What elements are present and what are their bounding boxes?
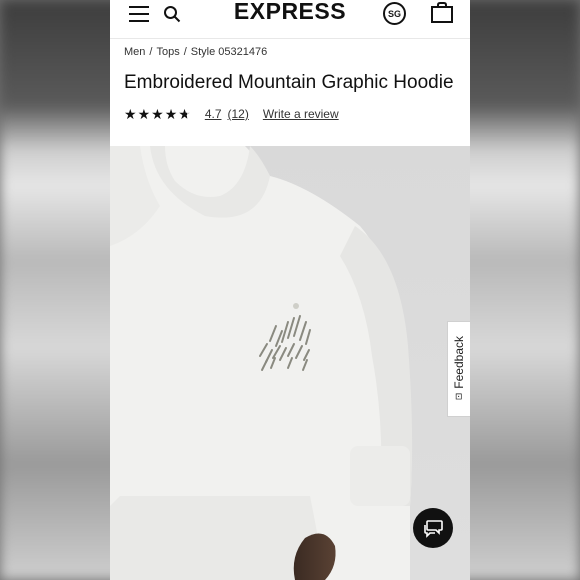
chat-bubbles-icon bbox=[424, 520, 443, 538]
product-title: Embroidered Mountain Graphic Hoodie bbox=[124, 72, 454, 93]
star-icon: ★ bbox=[151, 106, 164, 122]
star-icon: ★ bbox=[124, 106, 137, 122]
top-navigation-bar: EXPRESS SG bbox=[110, 0, 470, 39]
hoodie-illustration bbox=[110, 146, 470, 580]
review-count[interactable]: (12) bbox=[228, 107, 249, 121]
rating-value[interactable]: 4.7 bbox=[205, 107, 222, 121]
shopping-bag-icon[interactable] bbox=[430, 1, 454, 25]
feedback-tab[interactable]: Feedback ⊡ bbox=[447, 321, 470, 417]
star-icon: ★ bbox=[178, 106, 191, 122]
chat-button[interactable] bbox=[413, 508, 453, 548]
breadcrumb-men[interactable]: Men bbox=[124, 46, 145, 58]
rating-row: ★ ★ ★ ★ ★ 4.7 (12) Write a review bbox=[124, 107, 339, 121]
breadcrumb-tops[interactable]: Tops bbox=[156, 46, 179, 58]
star-icon: ★ bbox=[137, 106, 151, 122]
breadcrumb-separator: / bbox=[183, 46, 187, 58]
breadcrumb: Men / Tops / Style 05321476 bbox=[124, 46, 267, 58]
breadcrumb-separator: / bbox=[149, 46, 153, 58]
breadcrumb-style: Style 05321476 bbox=[190, 46, 268, 58]
product-image[interactable]: Feedback ⊡ bbox=[110, 146, 470, 580]
express-logo[interactable]: EXPRESS bbox=[110, 0, 470, 25]
feedback-icon: ⊡ bbox=[453, 392, 464, 401]
star-rating[interactable]: ★ ★ ★ ★ ★ bbox=[124, 107, 191, 121]
product-page: EXPRESS SG Men / Tops / Style 05321476 Embro… bbox=[110, 0, 470, 580]
write-review-link[interactable]: Write a review bbox=[263, 107, 339, 121]
star-icon: ★ bbox=[164, 106, 178, 122]
region-badge[interactable]: SG bbox=[383, 2, 406, 25]
feedback-label: Feedback bbox=[452, 336, 466, 389]
